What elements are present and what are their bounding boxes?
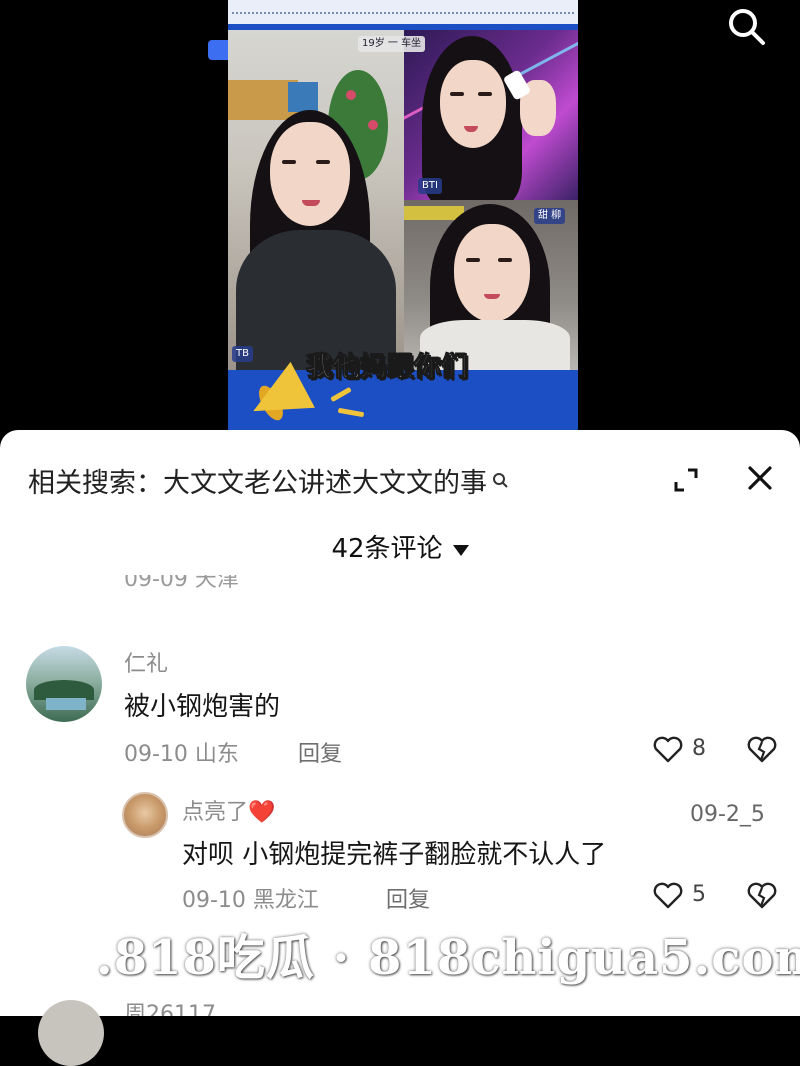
reply-date-location: 09-10 黑龙江 xyxy=(182,888,319,913)
like-icon[interactable] xyxy=(652,734,684,764)
watermark-text: .818吃瓜 · 818chigua5.com xyxy=(96,930,800,986)
related-search-text[interactable]: 相关搜索：大文文老公讲述大文文的事 xyxy=(28,461,487,500)
frame-topbar xyxy=(228,0,578,24)
search-icon[interactable] xyxy=(726,6,766,46)
comment-text: 被小钢炮害的 xyxy=(124,692,281,722)
video-player[interactable]: TB BTI 甜 柳 19岁 一 车坐 我他妈跟你们 xyxy=(0,0,800,440)
reply-username[interactable]: 点亮了❤️ xyxy=(182,794,275,826)
avatar[interactable] xyxy=(38,1000,104,1066)
left-panel-tag: TB xyxy=(232,346,253,362)
search-icon xyxy=(493,473,508,488)
caret-down-icon xyxy=(452,545,469,556)
close-icon[interactable] xyxy=(744,462,776,494)
video-subtitle: 我他妈跟你们 xyxy=(306,352,469,384)
streamer-left-panel: TB xyxy=(228,30,404,370)
reply-text: 对呗 小钢炮提完裤子翻脸就不认人了 xyxy=(182,840,607,870)
comment-count-label: 42条评论 xyxy=(331,534,443,564)
reply-right-meta: 09-2_5 xyxy=(690,802,765,827)
related-search[interactable]: 相关搜索：大文文老公讲述大文文的事 xyxy=(28,464,509,499)
avatar[interactable] xyxy=(122,792,168,838)
like-icon[interactable] xyxy=(652,880,684,910)
streamer-right-top-panel: BTI xyxy=(404,30,578,200)
reply-button[interactable]: 回复 xyxy=(298,736,342,768)
comment-date-location: 09-10 山东 xyxy=(124,742,239,767)
next-comment-username[interactable]: 周26117 xyxy=(124,996,216,1016)
reply-button[interactable]: 回复 xyxy=(386,882,430,914)
comment-count-header[interactable]: 42条评论 xyxy=(0,528,800,565)
expand-icon[interactable] xyxy=(670,464,702,496)
dislike-icon[interactable] xyxy=(746,734,778,764)
right-bottom-tag: 甜 柳 xyxy=(534,208,566,224)
like-count: 5 xyxy=(692,882,706,907)
cutoff-meta: 09-09 天津 xyxy=(124,575,239,591)
dislike-icon[interactable] xyxy=(746,880,778,910)
like-count: 8 xyxy=(692,736,706,761)
top-center-tag: 19岁 一 车坐 xyxy=(358,36,426,52)
avatar[interactable] xyxy=(26,646,102,722)
comment-username[interactable]: 仁礼 xyxy=(124,646,168,678)
right-top-tag: BTI xyxy=(418,178,442,194)
